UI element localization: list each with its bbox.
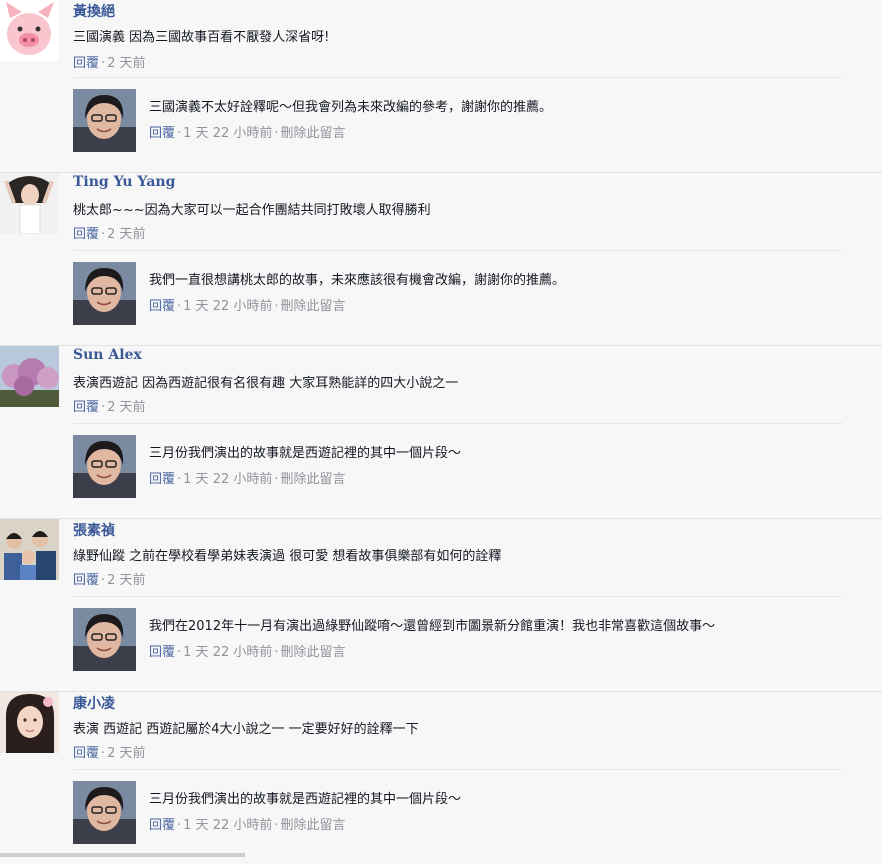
comment-thread: 康小凌 表演 西遊記 西遊記屬於4大小說之一 一定要好好的詮釋一下 回覆 · 2 天… (0, 692, 882, 864)
divider (73, 250, 842, 251)
reply-link[interactable]: 回覆 (73, 56, 99, 71)
comment-time[interactable]: 2 天前 (107, 227, 145, 242)
separator-dot: · (274, 645, 279, 660)
comment-author[interactable]: 黃換絕 (73, 1, 115, 21)
avatar[interactable] (0, 173, 59, 234)
reply-link[interactable]: 回覆 (149, 472, 175, 487)
comment-time[interactable]: 2 天前 (107, 746, 145, 761)
separator-dot: · (274, 818, 279, 833)
comment-thread: Ting Yu Yang 桃太郎~~~因為大家可以一起合作團結共同打敗壞人取得勝… (0, 173, 882, 346)
separator-dot: · (274, 299, 279, 314)
reply-meta: 回覆 · 1 天 22 小時前 · 刪除此留言 (149, 641, 346, 660)
divider (73, 769, 842, 770)
reply-text: 三月份我們演出的故事就是西遊記裡的其中一個片段～ (149, 446, 462, 461)
separator-dot: · (101, 573, 106, 588)
reply-text: 三月份我們演出的故事就是西遊記裡的其中一個片段～ (149, 792, 462, 807)
reply-link[interactable]: 回覆 (73, 227, 99, 242)
reply-link[interactable]: 回覆 (73, 746, 99, 761)
reply-avatar[interactable] (73, 89, 136, 152)
divider (73, 596, 842, 597)
comment-thread: 張素禎 綠野仙蹤 之前在學校看學弟妹表演過 很可愛 想看故事俱樂部有如何的詮釋 … (0, 519, 882, 692)
comment-meta: 回覆 · 2 天前 (73, 52, 146, 71)
comment-meta: 回覆 · 2 天前 (73, 396, 146, 415)
separator-dot: · (177, 818, 182, 833)
separator-dot: · (177, 126, 182, 141)
comment-text: 綠野仙蹤 之前在學校看學弟妹表演過 很可愛 想看故事俱樂部有如何的詮釋 (73, 549, 502, 564)
comment-meta: 回覆 · 2 天前 (73, 742, 146, 761)
reply-link[interactable]: 回覆 (73, 400, 99, 415)
comment-text: 桃太郎~~~因為大家可以一起合作團結共同打敗壞人取得勝利 (73, 203, 431, 218)
reply-avatar[interactable] (73, 262, 136, 325)
reply-avatar[interactable] (73, 608, 136, 671)
comment-author[interactable]: Sun Alex (73, 347, 142, 363)
delete-comment-link[interactable]: 刪除此留言 (281, 645, 346, 660)
separator-dot: · (101, 400, 106, 415)
reply-time[interactable]: 1 天 22 小時前 (183, 645, 272, 660)
comment-author[interactable]: Ting Yu Yang (73, 174, 175, 190)
comment-time[interactable]: 2 天前 (107, 400, 145, 415)
reply-link[interactable]: 回覆 (149, 126, 175, 141)
separator-dot: · (101, 227, 106, 242)
reply-time[interactable]: 1 天 22 小時前 (183, 818, 272, 833)
delete-comment-link[interactable]: 刪除此留言 (281, 818, 346, 833)
avatar[interactable] (0, 519, 59, 580)
reply-text: 我們在2012年十一月有演出過綠野仙蹤唷～還曾經到市圖景新分館重演！我也非常喜歡… (149, 619, 716, 634)
reply-avatar[interactable] (73, 781, 136, 844)
separator-dot: · (101, 56, 106, 71)
separator-dot: · (101, 746, 106, 761)
comment-author[interactable]: 康小凌 (73, 693, 115, 713)
reply-time[interactable]: 1 天 22 小時前 (183, 299, 272, 314)
comment-time[interactable]: 2 天前 (107, 56, 145, 71)
reply-link[interactable]: 回覆 (149, 645, 175, 660)
reply-meta: 回覆 · 1 天 22 小時前 · 刪除此留言 (149, 468, 346, 487)
reply-link[interactable]: 回覆 (73, 573, 99, 588)
separator-dot: · (177, 472, 182, 487)
delete-comment-link[interactable]: 刪除此留言 (281, 299, 346, 314)
comment-text: 表演 西遊記 西遊記屬於4大小說之一 一定要好好的詮釋一下 (73, 722, 419, 737)
avatar[interactable] (0, 0, 59, 61)
reply-link[interactable]: 回覆 (149, 299, 175, 314)
separator-dot: · (177, 645, 182, 660)
comment-time[interactable]: 2 天前 (107, 573, 145, 588)
divider (73, 423, 842, 424)
comment-text: 表演西遊記 因為西遊記很有名很有趣 大家耳熟能詳的四大小說之一 (73, 376, 459, 391)
reply-time[interactable]: 1 天 22 小時前 (183, 126, 272, 141)
avatar[interactable] (0, 692, 59, 753)
reply-meta: 回覆 · 1 天 22 小時前 · 刪除此留言 (149, 122, 346, 141)
separator-dot: · (274, 472, 279, 487)
divider (73, 77, 842, 78)
separator-dot: · (177, 299, 182, 314)
reply-meta: 回覆 · 1 天 22 小時前 · 刪除此留言 (149, 814, 346, 833)
reply-time[interactable]: 1 天 22 小時前 (183, 472, 272, 487)
separator-dot: · (274, 126, 279, 141)
delete-comment-link[interactable]: 刪除此留言 (281, 472, 346, 487)
reply-text: 三國演義不太好詮釋呢～但我會列為未來改編的參考，謝謝你的推薦。 (149, 100, 553, 115)
reply-avatar[interactable] (73, 435, 136, 498)
avatar[interactable] (0, 346, 59, 407)
delete-comment-link[interactable]: 刪除此留言 (281, 126, 346, 141)
reply-text: 我們一直很想講桃太郎的故事，未來應該很有機會改編，謝謝你的推薦。 (149, 273, 566, 288)
comment-author[interactable]: 張素禎 (73, 520, 115, 540)
comment-text: 三國演義 因為三國故事百看不厭發人深省呀! (73, 30, 330, 45)
comment-meta: 回覆 · 2 天前 (73, 223, 146, 242)
horizontal-scrollbar[interactable] (0, 853, 245, 857)
reply-meta: 回覆 · 1 天 22 小時前 · 刪除此留言 (149, 295, 346, 314)
comment-meta: 回覆 · 2 天前 (73, 569, 146, 588)
comment-thread: 黃換絕 三國演義 因為三國故事百看不厭發人深省呀! 回覆 · 2 天前 三國演義不太… (0, 0, 882, 173)
comment-thread: Sun Alex 表演西遊記 因為西遊記很有名很有趣 大家耳熟能詳的四大小說之一… (0, 346, 882, 519)
reply-link[interactable]: 回覆 (149, 818, 175, 833)
